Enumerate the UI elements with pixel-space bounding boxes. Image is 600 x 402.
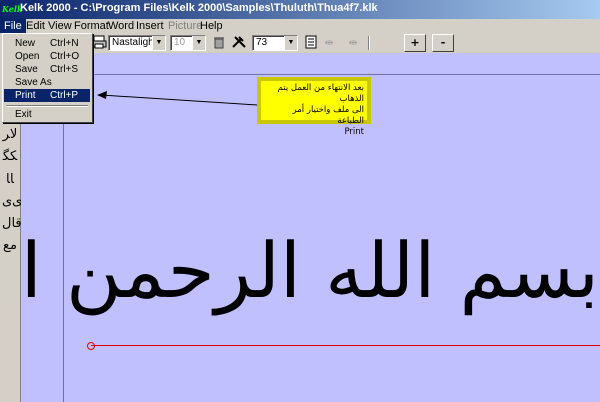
palette-glyph[interactable]: ﻣﻊ [2, 238, 18, 254]
menu-item-label: Print [15, 90, 36, 101]
menu-help[interactable]: Help [196, 19, 227, 33]
menu-separator [6, 105, 88, 107]
baseline-handle[interactable] [87, 342, 95, 350]
page-icon[interactable] [302, 35, 320, 51]
palette-glyph[interactable]: ﺎﺎ [2, 172, 18, 188]
baseline-guide [91, 345, 600, 346]
file-menu-dropdown: New Ctrl+N Open Ctrl+O Save Ctrl+S Save … [2, 33, 93, 123]
zoom-out-button[interactable]: - [432, 34, 454, 52]
app-icon: Kelk [2, 4, 23, 14]
tools-icon[interactable] [230, 35, 248, 51]
menu-insert[interactable]: Insert [132, 19, 168, 33]
menu-item-save-as[interactable]: Save As [4, 76, 90, 89]
menu-item-label: New [15, 38, 36, 49]
menu-item-new[interactable]: New Ctrl+N [4, 37, 90, 50]
window-title: Kelk 2000 - C:\Program Files\Kelk 2000\S… [20, 2, 378, 14]
size-select[interactable]: 10 ▼ [170, 35, 206, 51]
menu-item-shortcut: Ctrl+P [50, 90, 79, 101]
font-select-value: Nastaligh [112, 37, 154, 48]
zoom-in-button[interactable]: + [404, 34, 426, 52]
menu-item-save[interactable]: Save Ctrl+S [4, 63, 90, 76]
menu-item-label: Save [15, 64, 38, 75]
palette-glyph[interactable]: ﯼﯼ [2, 194, 22, 210]
menu-item-shortcut: Ctrl+N [50, 38, 79, 49]
menu-item-print[interactable]: Print Ctrl+P [4, 89, 90, 102]
document-canvas[interactable]: بعد الانتهاء من العمل يتم الذهاب الى ملف… [21, 53, 600, 402]
zoom-select[interactable]: 73 ▼ [252, 35, 298, 51]
toolbar-separator [368, 36, 370, 50]
menu-item-label: Open [15, 51, 40, 62]
menu-item-label: Exit [15, 109, 32, 120]
trash-icon[interactable] [210, 35, 228, 51]
chevron-down-icon[interactable]: ▼ [284, 36, 297, 50]
size-select-value: 10 [174, 37, 186, 48]
font-select[interactable]: Nastaligh ▼ [108, 35, 166, 51]
palette-glyph[interactable]: ﻗﺎﻝ [2, 216, 22, 232]
menu-bar: File Edit View Format Word Insert Pictur… [0, 19, 600, 33]
stretch-right-icon: ⇹ [348, 36, 358, 49]
zoom-select-value: 73 [256, 37, 268, 48]
menu-item-shortcut: Ctrl+S [50, 64, 79, 75]
menu-item-open[interactable]: Open Ctrl+O [4, 50, 90, 63]
menu-item-label: Save As [15, 77, 52, 88]
chevron-down-icon[interactable]: ▼ [152, 36, 165, 50]
palette-glyph[interactable]: ﻻﺮ [2, 127, 18, 143]
menu-item-shortcut: Ctrl+O [50, 51, 80, 62]
menu-item-exit[interactable]: Exit [4, 108, 90, 121]
calligraphy-text[interactable]: بسم الله الرحمن الرحيم [21, 191, 600, 351]
stretch-left-icon: ⇹ [324, 36, 334, 49]
chevron-down-icon[interactable]: ▼ [192, 36, 205, 50]
palette-glyph[interactable]: ﻜﮕ [2, 149, 18, 165]
title-bar: Kelk Kelk 2000 - C:\Program Files\Kelk 2… [0, 0, 600, 19]
